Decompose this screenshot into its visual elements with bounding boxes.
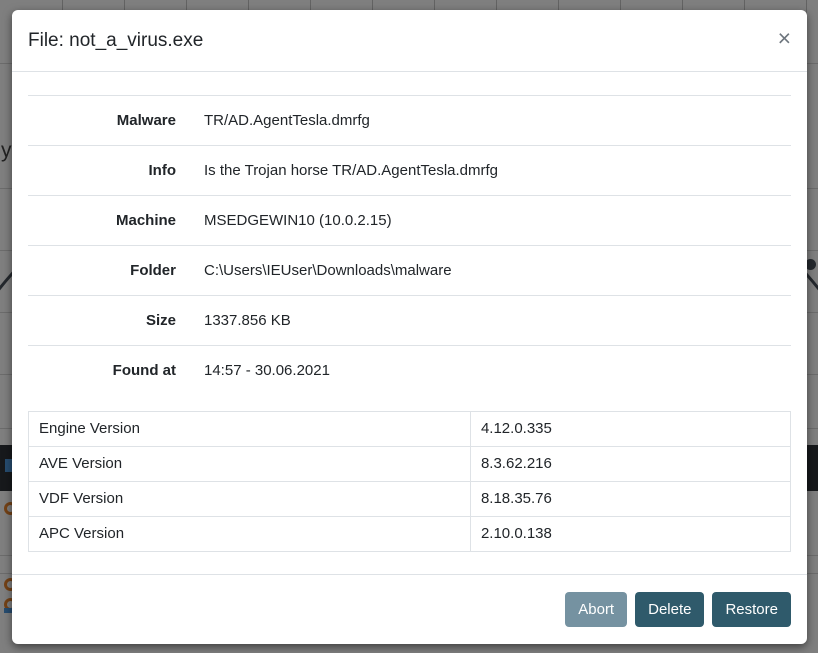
table-row: Folder C:\Users\IEUser\Downloads\malware xyxy=(28,246,791,296)
file-detail-table: Malware TR/AD.AgentTesla.dmrfg Info Is t… xyxy=(28,95,791,395)
table-row: VDF Version 8.18.35.76 xyxy=(29,482,791,517)
detail-label: Size xyxy=(28,296,188,346)
version-value: 4.12.0.335 xyxy=(470,412,790,447)
detail-label: Folder xyxy=(28,246,188,296)
detail-value: MSEDGEWIN10 (10.0.2.15) xyxy=(188,196,791,246)
table-row: Malware TR/AD.AgentTesla.dmrfg xyxy=(28,96,791,146)
modal-body: Malware TR/AD.AgentTesla.dmrfg Info Is t… xyxy=(12,72,807,574)
version-value: 8.3.62.216 xyxy=(470,447,790,482)
version-value: 8.18.35.76 xyxy=(470,482,790,517)
table-row: AVE Version 8.3.62.216 xyxy=(29,447,791,482)
detail-value: 14:57 - 30.06.2021 xyxy=(188,346,791,396)
restore-button[interactable]: Restore xyxy=(712,592,791,627)
table-row: Engine Version 4.12.0.335 xyxy=(29,412,791,447)
table-row: Machine MSEDGEWIN10 (10.0.2.15) xyxy=(28,196,791,246)
table-row: APC Version 2.10.0.138 xyxy=(29,517,791,552)
table-row: Size 1337.856 KB xyxy=(28,296,791,346)
version-label: VDF Version xyxy=(29,482,471,517)
detail-label: Machine xyxy=(28,196,188,246)
modal-footer: Abort Delete Restore xyxy=(12,574,807,644)
detail-label: Info xyxy=(28,146,188,196)
delete-button[interactable]: Delete xyxy=(635,592,704,627)
table-row: Info Is the Trojan horse TR/AD.AgentTesl… xyxy=(28,146,791,196)
modal-title: File: not_a_virus.exe xyxy=(28,27,203,54)
detail-value: TR/AD.AgentTesla.dmrfg xyxy=(188,96,791,146)
detail-value: 1337.856 KB xyxy=(188,296,791,346)
close-icon[interactable]: × xyxy=(778,29,791,47)
detail-label: Found at xyxy=(28,346,188,396)
detail-label: Malware xyxy=(28,96,188,146)
version-label: AVE Version xyxy=(29,447,471,482)
detail-value: Is the Trojan horse TR/AD.AgentTesla.dmr… xyxy=(188,146,791,196)
modal-header: File: not_a_virus.exe × xyxy=(12,10,807,72)
table-row: Found at 14:57 - 30.06.2021 xyxy=(28,346,791,396)
detail-value: C:\Users\IEUser\Downloads\malware xyxy=(188,246,791,296)
file-details-modal: File: not_a_virus.exe × Malware TR/AD.Ag… xyxy=(12,10,807,644)
version-label: Engine Version xyxy=(29,412,471,447)
abort-button[interactable]: Abort xyxy=(565,592,627,627)
version-value: 2.10.0.138 xyxy=(470,517,790,552)
version-label: APC Version xyxy=(29,517,471,552)
engine-version-table: Engine Version 4.12.0.335 AVE Version 8.… xyxy=(28,411,791,552)
